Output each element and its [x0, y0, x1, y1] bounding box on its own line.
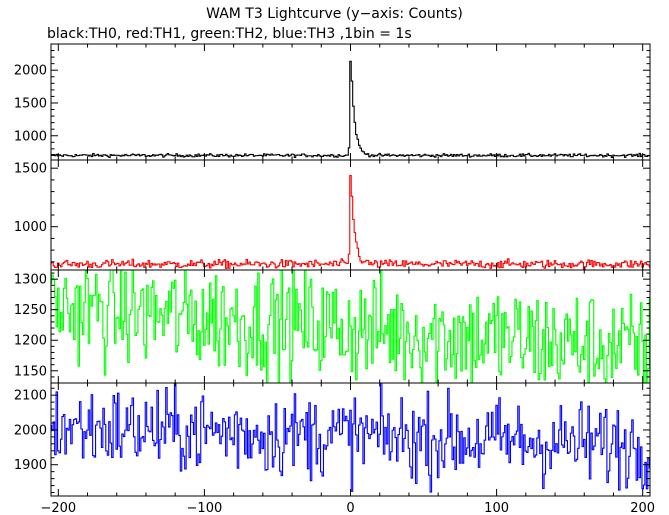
y-tick-label-th0: 1500	[14, 96, 47, 111]
y-tick-label-th2: 1150	[14, 364, 47, 379]
x-tick-label: −100	[187, 501, 223, 515]
y-tick-label-th0: 2000	[14, 64, 47, 79]
series-th1-line	[51, 174, 650, 270]
y-tick-label-th1: 1000	[14, 220, 47, 235]
y-tick-label-th1: 1500	[14, 162, 47, 177]
series-th3-line	[51, 383, 650, 493]
y-tick-label-th3: 2000	[14, 423, 47, 438]
y-tick-label-th0: 1000	[14, 129, 47, 144]
y-tick-label-th3: 2100	[14, 389, 47, 404]
y-tick-label-th3: 1900	[14, 458, 47, 473]
series-th0-line	[51, 60, 650, 159]
series-th2-line	[51, 270, 650, 383]
x-tick-label: 200	[630, 501, 655, 515]
lightcurve-chart: 1000150020001000150011501200125013001900…	[14, 43, 655, 515]
x-tick-label: 100	[484, 501, 509, 515]
y-tick-label-th2: 1250	[14, 303, 47, 318]
x-tick-label: 0	[346, 501, 354, 515]
panel-th1-frame	[50, 159, 651, 271]
y-tick-label-th2: 1300	[14, 273, 47, 288]
x-tick-label: −200	[40, 501, 76, 515]
y-tick-label-th2: 1200	[14, 334, 47, 349]
